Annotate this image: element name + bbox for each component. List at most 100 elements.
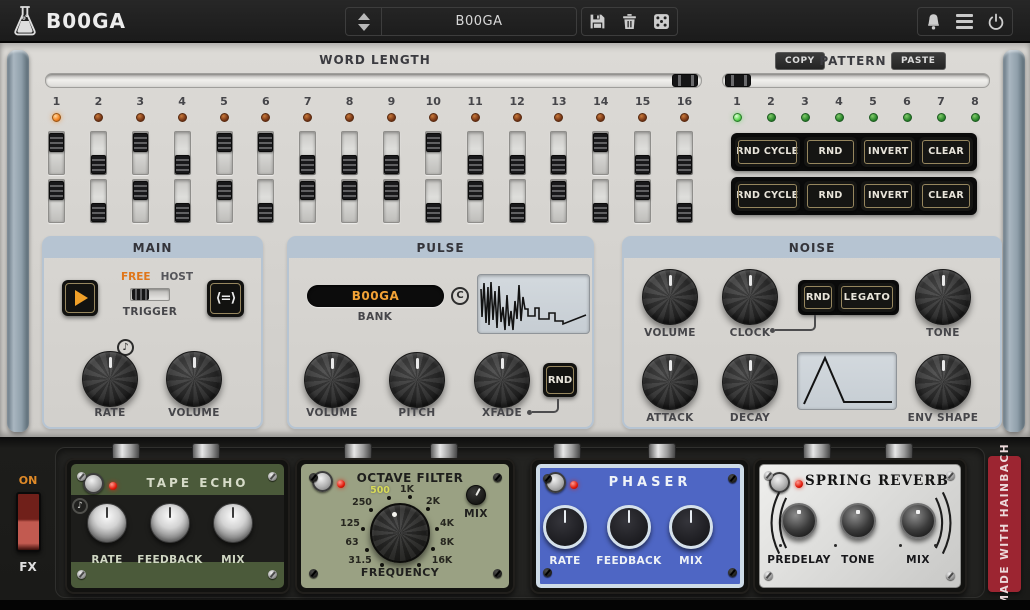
pattern-slider[interactable] bbox=[722, 73, 990, 88]
step-slider-handle[interactable] bbox=[217, 181, 232, 200]
step-slider-row1[interactable] bbox=[174, 131, 191, 175]
octave-frequency-knob[interactable] bbox=[370, 503, 430, 563]
pulse-pitch-knob[interactable] bbox=[389, 352, 445, 408]
pattern-slider-handle[interactable] bbox=[725, 74, 751, 87]
step-slider-handle[interactable] bbox=[677, 155, 692, 174]
noise-volume-knob[interactable] bbox=[642, 269, 698, 325]
step-slider-handle[interactable] bbox=[635, 181, 650, 200]
step-slider-handle[interactable] bbox=[551, 155, 566, 174]
noise-clock-knob[interactable] bbox=[722, 269, 778, 325]
octave-mix-knob[interactable] bbox=[466, 485, 486, 505]
clock-rnd-button[interactable]: RND bbox=[801, 283, 835, 312]
preset-down-icon[interactable] bbox=[358, 24, 370, 31]
tape-echo-feedback-knob[interactable] bbox=[150, 503, 190, 543]
tape-echo-mix-knob[interactable] bbox=[213, 503, 253, 543]
step-slider-row1[interactable] bbox=[132, 131, 149, 175]
word-length-slider-handle[interactable] bbox=[672, 74, 698, 87]
tape-echo-sync-note-icon[interactable]: ♪ bbox=[72, 498, 88, 514]
step-slider-handle[interactable] bbox=[342, 181, 357, 200]
delete-icon[interactable] bbox=[621, 13, 638, 30]
clear-button[interactable]: CLEAR bbox=[919, 181, 973, 211]
step-slider-row1[interactable] bbox=[90, 131, 107, 175]
step-slider-row1[interactable] bbox=[467, 131, 484, 175]
step-slider-row2[interactable] bbox=[550, 179, 567, 223]
step-slider-handle[interactable] bbox=[468, 181, 483, 200]
step-slider-handle[interactable] bbox=[635, 155, 650, 174]
step-slider-handle[interactable] bbox=[300, 155, 315, 174]
step-slider-handle[interactable] bbox=[384, 155, 399, 174]
step-slider-handle[interactable] bbox=[593, 203, 608, 222]
step-slider-row2[interactable] bbox=[467, 179, 484, 223]
step-slider-row2[interactable] bbox=[90, 179, 107, 223]
word-length-slider[interactable] bbox=[45, 73, 702, 88]
step-slider-row1[interactable] bbox=[341, 131, 358, 175]
trigger-host-label[interactable]: HOST bbox=[161, 271, 193, 283]
step-slider-row2[interactable] bbox=[132, 179, 149, 223]
step-slider-row1[interactable] bbox=[299, 131, 316, 175]
step-slider-handle[interactable] bbox=[677, 203, 692, 222]
step-slider-handle[interactable] bbox=[91, 203, 106, 222]
trigger-mode-switch[interactable] bbox=[130, 288, 170, 301]
reverb-mix-knob[interactable] bbox=[900, 503, 936, 539]
step-slider-handle[interactable] bbox=[426, 203, 441, 222]
step-slider-handle[interactable] bbox=[300, 181, 315, 200]
step-slider-handle[interactable] bbox=[49, 181, 64, 200]
pulse-volume-knob[interactable] bbox=[304, 352, 360, 408]
step-slider-row1[interactable] bbox=[48, 131, 65, 175]
step-slider-row2[interactable] bbox=[174, 179, 191, 223]
trigger-free-label[interactable]: FREE bbox=[121, 271, 151, 283]
reverb-predelay-knob[interactable] bbox=[781, 503, 817, 539]
pulse-xfade-knob[interactable] bbox=[474, 352, 530, 408]
step-slider-row1[interactable] bbox=[425, 131, 442, 175]
random-preset-dice-icon[interactable] bbox=[653, 13, 670, 30]
step-slider-handle[interactable] bbox=[217, 133, 232, 152]
rnd-cycle-button[interactable]: RND CYCLE bbox=[735, 181, 800, 211]
step-slider-row2[interactable] bbox=[216, 179, 233, 223]
step-slider-handle[interactable] bbox=[510, 203, 525, 222]
phaser-mix-knob[interactable] bbox=[669, 505, 713, 549]
step-slider-row1[interactable] bbox=[257, 131, 274, 175]
step-slider-row1[interactable] bbox=[216, 131, 233, 175]
invert-button[interactable]: INVERT bbox=[861, 137, 915, 167]
step-slider-row1[interactable] bbox=[383, 131, 400, 175]
step-slider-handle[interactable] bbox=[384, 181, 399, 200]
step-slider-row2[interactable] bbox=[257, 179, 274, 223]
step-slider-handle[interactable] bbox=[426, 133, 441, 152]
midi-swap-button[interactable]: ⟨=⟩ bbox=[207, 280, 244, 317]
step-slider-row1[interactable] bbox=[676, 131, 693, 175]
invert-button[interactable]: INVERT bbox=[861, 181, 915, 211]
step-slider-row1[interactable] bbox=[634, 131, 651, 175]
step-slider-handle[interactable] bbox=[133, 133, 148, 152]
step-slider-row2[interactable] bbox=[676, 179, 693, 223]
step-slider-handle[interactable] bbox=[91, 155, 106, 174]
noise-attack-knob[interactable] bbox=[642, 354, 698, 410]
menu-icon[interactable] bbox=[956, 14, 973, 29]
step-slider-row1[interactable] bbox=[509, 131, 526, 175]
step-slider-row2[interactable] bbox=[509, 179, 526, 223]
phaser-rate-knob[interactable] bbox=[543, 505, 587, 549]
save-icon[interactable] bbox=[589, 13, 606, 30]
fx-on-switch[interactable] bbox=[16, 492, 41, 552]
noise-decay-knob[interactable] bbox=[722, 354, 778, 410]
step-slider-handle[interactable] bbox=[510, 155, 525, 174]
step-slider-row1[interactable] bbox=[592, 131, 609, 175]
bank-display[interactable]: B00GA bbox=[307, 285, 444, 307]
cycle-icon[interactable]: C bbox=[451, 287, 469, 305]
step-slider-handle[interactable] bbox=[342, 155, 357, 174]
preset-up-icon[interactable] bbox=[358, 13, 370, 20]
power-icon[interactable] bbox=[987, 13, 1005, 31]
main-rate-knob[interactable] bbox=[82, 351, 138, 407]
xfade-rnd-button[interactable]: RND bbox=[543, 363, 577, 397]
step-slider-row2[interactable] bbox=[592, 179, 609, 223]
step-slider-handle[interactable] bbox=[551, 181, 566, 200]
reverb-tone-knob[interactable] bbox=[840, 503, 876, 539]
pattern-paste-button[interactable]: PASTE bbox=[891, 52, 946, 70]
step-slider-handle[interactable] bbox=[175, 155, 190, 174]
clear-button[interactable]: CLEAR bbox=[919, 137, 973, 167]
step-slider-row2[interactable] bbox=[341, 179, 358, 223]
step-slider-row2[interactable] bbox=[299, 179, 316, 223]
phaser-feedback-knob[interactable] bbox=[607, 505, 651, 549]
step-slider-row2[interactable] bbox=[48, 179, 65, 223]
rnd-cycle-button[interactable]: RND CYCLE bbox=[735, 137, 800, 167]
step-slider-row1[interactable] bbox=[550, 131, 567, 175]
